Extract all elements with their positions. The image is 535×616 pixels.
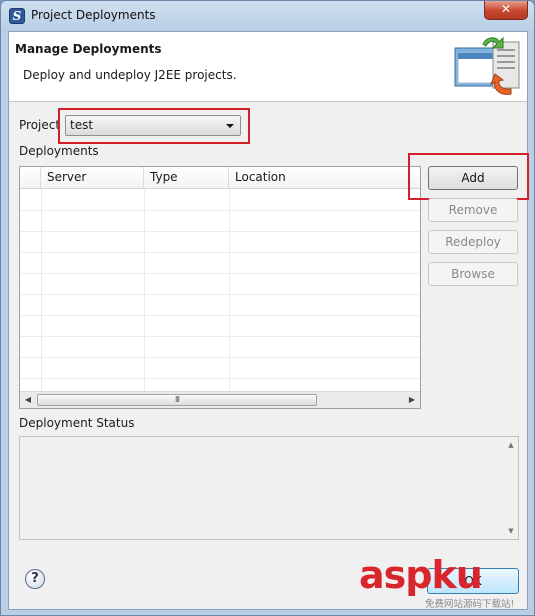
table-row[interactable] [20,211,420,232]
project-deployments-window: S Project Deployments ✕ Manage Deploymen… [0,0,535,616]
help-icon[interactable]: ? [25,569,45,589]
project-label: Project [19,118,61,132]
scrollbar-thumb[interactable]: III [37,394,317,406]
table-row[interactable] [20,316,420,337]
scroll-up-icon[interactable]: ▲ [506,441,516,449]
banner-description: Deploy and undeploy J2EE projects. [23,68,237,82]
banner-title: Manage Deployments [15,42,162,56]
header-banner: Manage Deployments Deploy and undeploy J… [9,32,527,102]
myeclipse-app-icon: S [9,8,25,24]
highlight-project-combo [58,108,250,144]
table-row[interactable] [20,274,420,295]
deployments-label: Deployments [19,144,99,158]
table-row[interactable] [20,358,420,379]
scroll-down-icon[interactable]: ▼ [506,527,516,535]
table-row[interactable] [20,295,420,316]
highlight-add-button [408,153,529,200]
column-header-type[interactable]: Type [144,167,229,189]
table-row[interactable] [20,190,420,211]
watermark-logo-text: aspku [359,553,483,597]
browse-button[interactable]: Browse [428,262,518,286]
deploy-server-icon [454,36,520,95]
table-row[interactable] [20,337,420,358]
site-watermark: aspku 免费网站源码下载站! [359,553,534,613]
deployments-table[interactable]: Server Type Location ◀ III ▶ [19,166,421,409]
remove-button[interactable]: Remove [428,198,518,222]
scroll-left-icon[interactable]: ◀ [20,392,36,408]
table-row[interactable] [20,232,420,253]
window-title: Project Deployments [31,8,156,22]
redeploy-button[interactable]: Redeploy [428,230,518,254]
title-bar: S Project Deployments ✕ [1,1,534,31]
column-header-server[interactable]: Server [41,167,144,189]
table-header: Server Type Location [20,167,420,189]
deployment-status-area[interactable]: ▲ ▼ [19,436,519,540]
watermark-tagline: 免费网站源码下载站! [425,599,515,610]
close-button[interactable]: ✕ [484,1,528,20]
scroll-right-icon[interactable]: ▶ [404,392,420,408]
horizontal-scrollbar[interactable]: ◀ III ▶ [20,391,420,408]
column-header-location[interactable]: Location [229,167,420,189]
column-header-check[interactable] [20,167,41,189]
dialog-body: Manage Deployments Deploy and undeploy J… [8,31,529,610]
table-row[interactable] [20,253,420,274]
deployment-status-label: Deployment Status [19,416,135,430]
